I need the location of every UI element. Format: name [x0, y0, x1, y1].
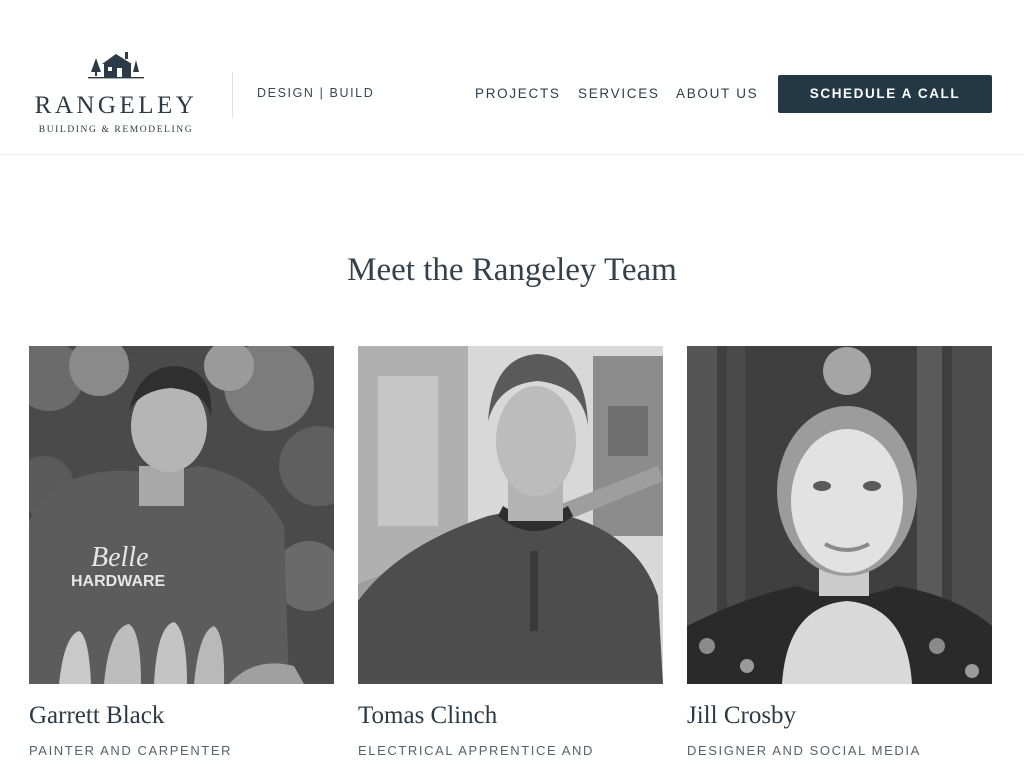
design-build-label: DESIGN | BUILD: [257, 86, 375, 100]
portrait-photo: [358, 346, 663, 684]
member-role: DESIGNER AND SOCIAL MEDIA: [687, 743, 921, 758]
member-role: PAINTER AND CARPENTER: [29, 743, 233, 758]
team-photo-garrett-black: Belle HARDWARE: [29, 346, 334, 684]
member-name: Jill Crosby: [687, 702, 797, 729]
team-photo-jill-crosby: [687, 346, 992, 684]
site-header: RANGELEY BUILDING & REMODELING DESIGN | …: [0, 0, 1024, 155]
header-divider: [232, 72, 233, 118]
logo-name: RANGELEY: [34, 92, 198, 119]
svg-text:HARDWARE: HARDWARE: [71, 573, 166, 590]
team-photo-tomas-clinch: [358, 346, 663, 684]
member-name: Garrett Black: [29, 702, 165, 729]
house-with-trees-logo-icon: [88, 52, 144, 79]
schedule-call-button[interactable]: SCHEDULE A CALL: [778, 75, 992, 113]
portrait-photo: Belle HARDWARE: [29, 346, 334, 684]
svg-text:Belle: Belle: [91, 542, 149, 573]
nav-services[interactable]: SERVICES: [578, 86, 660, 101]
site-logo[interactable]: RANGELEY BUILDING & REMODELING: [26, 50, 206, 140]
team-section-title: Meet the Rangeley Team: [347, 252, 677, 288]
logo-tagline: BUILDING & REMODELING: [38, 125, 194, 135]
nav-about-us[interactable]: ABOUT US: [676, 86, 758, 101]
member-name: Tomas Clinch: [358, 702, 498, 729]
member-role: ELECTRICAL APPRENTICE AND: [358, 743, 595, 758]
portrait-photo: [687, 346, 992, 684]
nav-projects[interactable]: PROJECTS: [475, 86, 561, 101]
